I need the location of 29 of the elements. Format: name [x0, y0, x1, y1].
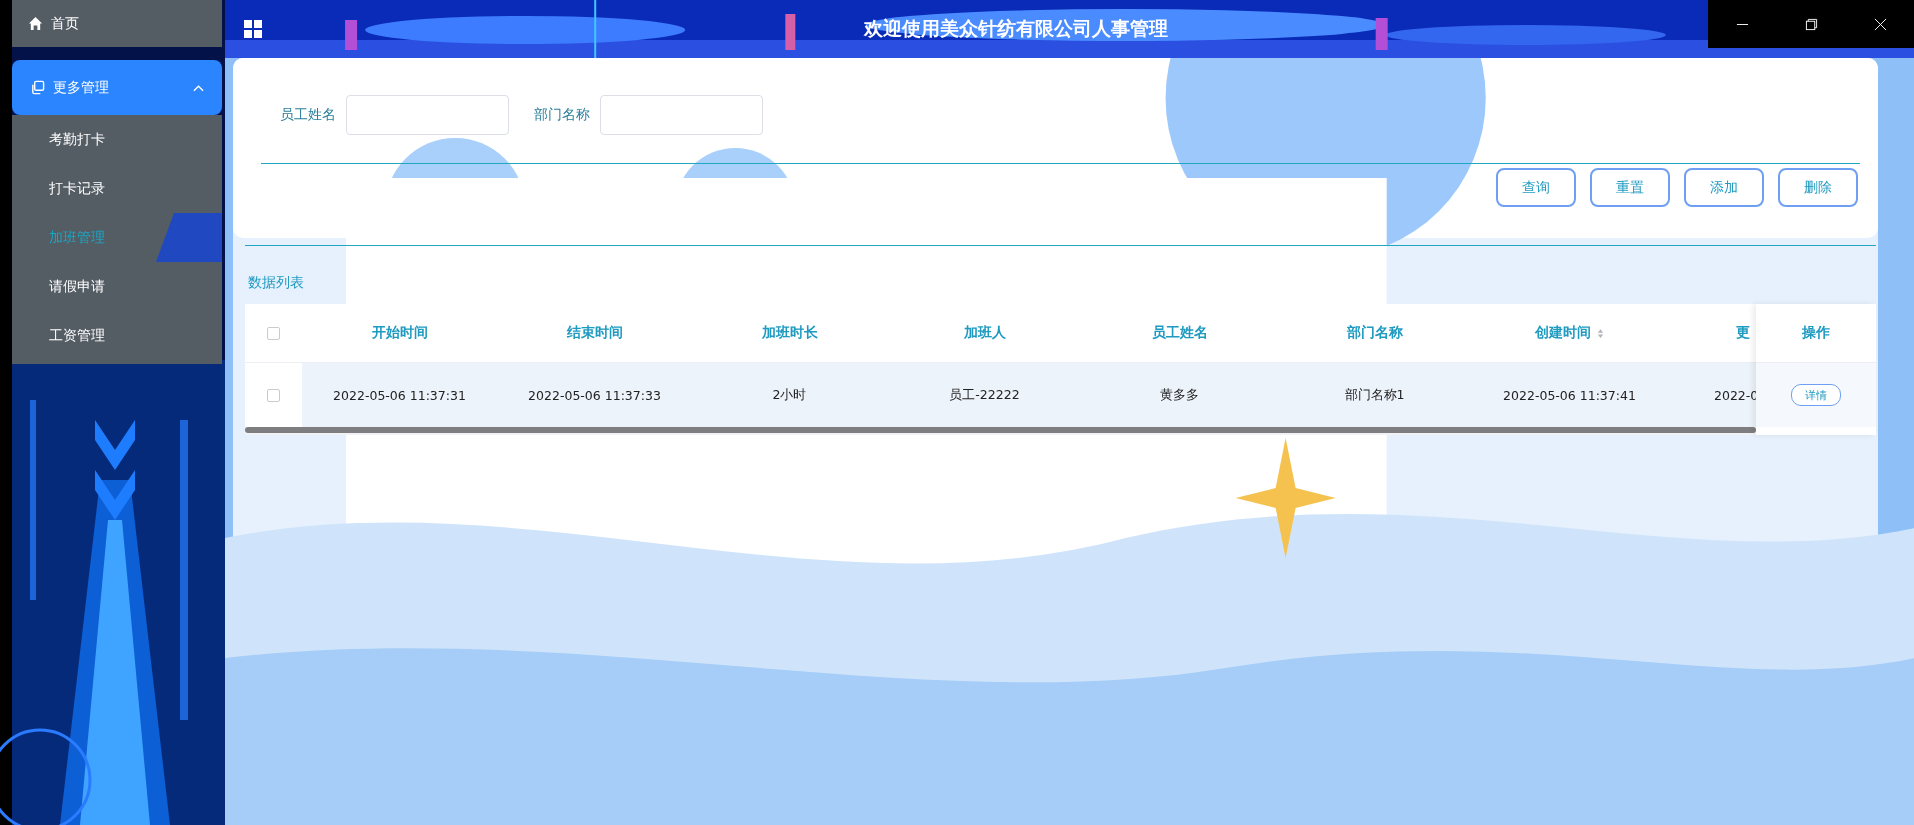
- table-cell-text: 2小时: [771, 385, 808, 404]
- action-button[interactable]: 添加: [1684, 168, 1764, 207]
- table-cell-text: 黄多多: [1159, 385, 1200, 404]
- column-header: 结束时间: [565, 323, 624, 342]
- column-header: 开始时间: [370, 323, 429, 342]
- column-header: 加班人: [962, 323, 1007, 342]
- input-field[interactable]: [600, 95, 763, 135]
- checkbox[interactable]: [267, 326, 280, 340]
- table-title: 数据列表: [248, 274, 305, 292]
- table-cell-text: 2022-05-06 11:37:41: [1502, 386, 1637, 405]
- action-button[interactable]: 删除: [1778, 168, 1858, 207]
- input-field[interactable]: [346, 95, 509, 135]
- column-header: 部门名称: [1345, 323, 1404, 342]
- sort-icon[interactable]: [1597, 327, 1604, 339]
- scrollbar-thumb[interactable]: [245, 427, 1756, 433]
- table-cell-text: 部门名称1: [1343, 385, 1406, 404]
- column-header: 员工姓名: [1150, 323, 1209, 342]
- table-cell-text: 2022-05-06 11:37:31: [332, 386, 467, 405]
- column-header: 更: [1735, 323, 1751, 342]
- table-cell-text: 员工-22222: [948, 385, 1021, 404]
- column-header: 加班时长: [760, 323, 819, 342]
- table-cell-text: 2022-05-06 11:37:33: [527, 386, 662, 405]
- action-button[interactable]: 重置: [1590, 168, 1670, 207]
- checkbox[interactable]: [267, 388, 280, 402]
- detail-button[interactable]: 详情: [1791, 384, 1841, 406]
- action-button[interactable]: 查询: [1496, 168, 1576, 207]
- field-label: 部门名称: [534, 106, 590, 124]
- field-label: 员工姓名: [280, 106, 336, 124]
- column-header: 创建时间: [1472, 304, 1667, 362]
